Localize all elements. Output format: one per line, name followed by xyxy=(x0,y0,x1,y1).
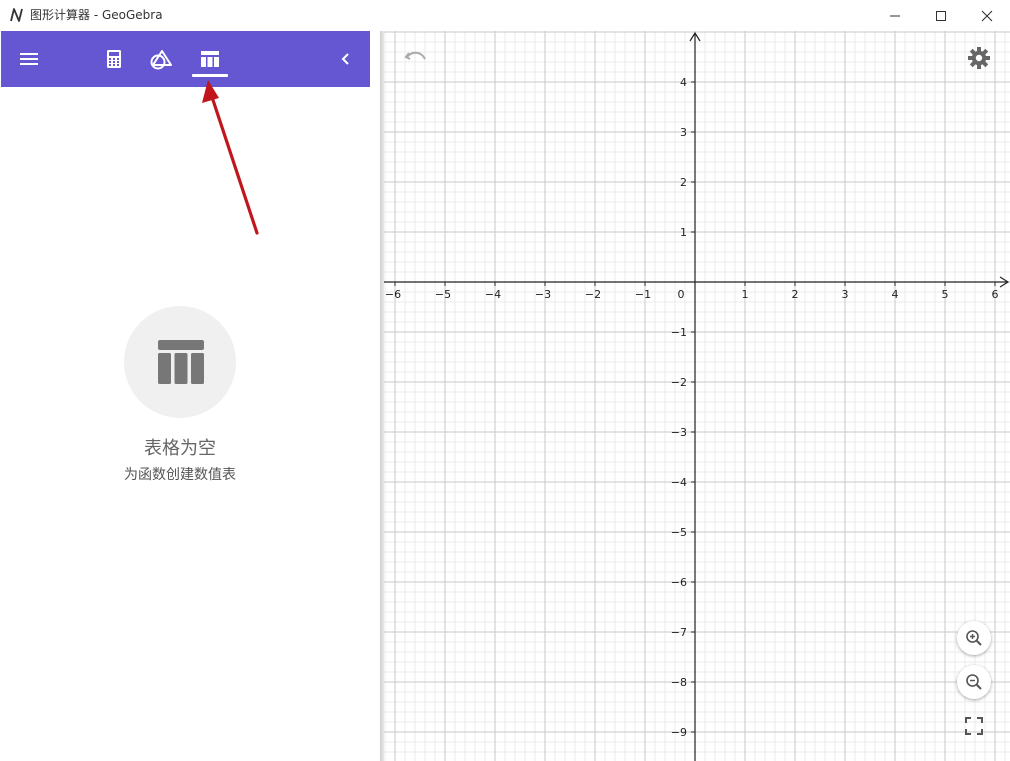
tab-algebra[interactable] xyxy=(92,31,136,87)
y-tick-label: −9 xyxy=(671,726,687,739)
close-icon xyxy=(981,10,993,21)
y-tick-label: −3 xyxy=(671,426,687,439)
window-titlebar: 图形计算器 - GeoGebra xyxy=(0,0,1010,31)
zoom-in-icon xyxy=(966,630,982,646)
y-tick-label: −8 xyxy=(671,676,687,689)
x-tick-label: 3 xyxy=(842,288,849,301)
y-tick-label: 4 xyxy=(680,76,687,89)
x-tick-label: −3 xyxy=(535,288,551,301)
table-icon xyxy=(158,340,204,384)
empty-table-placeholder xyxy=(124,306,236,418)
collapse-chevron-icon xyxy=(341,53,349,65)
empty-table-title: 表格为空 xyxy=(144,438,216,459)
y-tick-label: −6 xyxy=(671,576,687,589)
close-button[interactable] xyxy=(964,0,1010,31)
menu-button[interactable] xyxy=(7,31,51,87)
minimize-icon xyxy=(890,15,900,16)
y-tick-label: −7 xyxy=(671,626,687,639)
y-tick-label: −5 xyxy=(671,526,687,539)
x-tick-label: 1 xyxy=(742,288,749,301)
x-tick-label: −6 xyxy=(385,288,401,301)
fullscreen-icon[interactable] xyxy=(965,717,983,735)
calculator-icon xyxy=(107,50,121,68)
y-tick-label: −4 xyxy=(671,476,687,489)
maximize-icon xyxy=(936,10,946,21)
table-view-panel xyxy=(1,87,370,761)
window-title: 图形计算器 - GeoGebra xyxy=(30,8,163,22)
y-tick-label: 2 xyxy=(680,176,687,189)
x-tick-label: −1 xyxy=(635,288,651,301)
graphics-view[interactable]: −6 −5 −4 −3 −2 −1 0 1 2 3 4 5 6 4 3 2 1 −1 −2 −3 −4 −5 −6 −7 −8 −… xyxy=(384,31,1010,761)
x-tick-label: −2 xyxy=(585,288,601,301)
empty-table-subtitle: 为函数创建数值表 xyxy=(124,467,236,483)
y-tick-label: −1 xyxy=(671,326,687,339)
geometry-tools-icon xyxy=(150,50,172,70)
hamburger-menu-icon xyxy=(20,53,38,65)
tab-tools[interactable] xyxy=(139,31,183,87)
x-tick-label: 5 xyxy=(942,288,949,301)
gear-icon[interactable] xyxy=(967,46,991,70)
annotation-arrow xyxy=(202,80,259,235)
minor-grid xyxy=(384,31,1010,761)
table-icon xyxy=(201,51,219,67)
y-tick-label: 1 xyxy=(680,226,687,239)
x-tick-label: −4 xyxy=(485,288,501,301)
zoom-out-button[interactable] xyxy=(957,665,991,699)
y-tick-label: 3 xyxy=(680,126,687,139)
zoom-out-icon xyxy=(966,674,982,690)
y-tick-label: −2 xyxy=(671,376,687,389)
x-tick-label: 6 xyxy=(992,288,999,301)
maximize-button[interactable] xyxy=(918,0,964,31)
minimize-button[interactable] xyxy=(872,0,918,31)
zoom-in-button[interactable] xyxy=(957,621,991,655)
algebra-toolbar xyxy=(1,31,370,87)
x-tick-label: 0 xyxy=(678,288,685,301)
x-tick-label: −5 xyxy=(435,288,451,301)
x-tick-label: 2 xyxy=(792,288,799,301)
coordinate-grid: −6 −5 −4 −3 −2 −1 0 1 2 3 4 5 6 4 3 2 1 −1 −2 −3 −4 −5 −6 −7 −8 −… xyxy=(384,31,1010,761)
x-tick-label: 4 xyxy=(892,288,899,301)
collapse-panel-button[interactable] xyxy=(324,31,368,87)
geogebra-logo-icon xyxy=(10,8,23,22)
undo-icon[interactable] xyxy=(404,48,428,66)
